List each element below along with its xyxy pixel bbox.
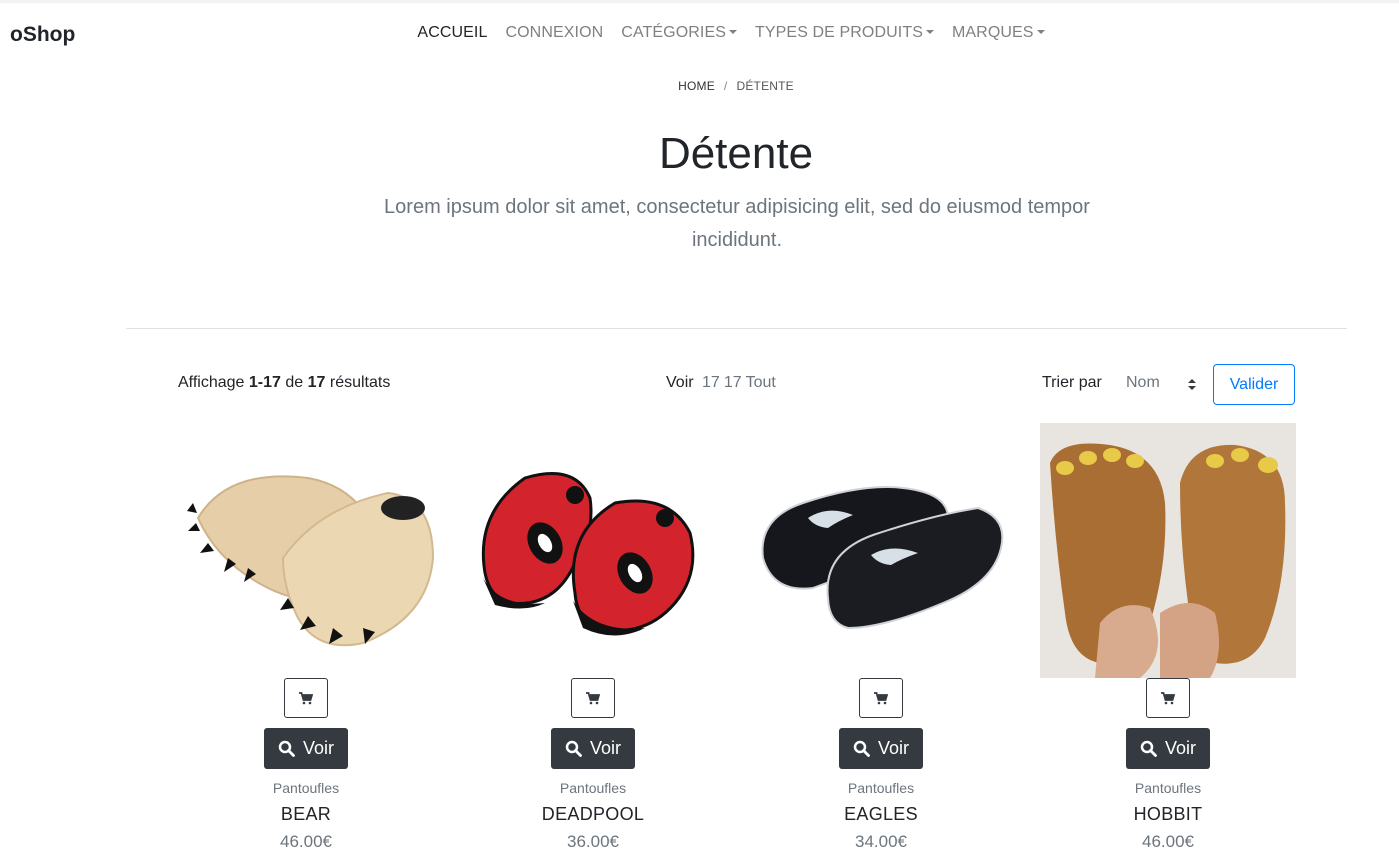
breadcrumb: HOME / DÉTENTE: [0, 79, 1399, 93]
view-product-button[interactable]: Voir: [1126, 728, 1210, 769]
product-image-hobbit[interactable]: [1040, 423, 1296, 678]
results-of: de: [285, 374, 304, 391]
nav-types-dropdown[interactable]: TYPES DE PRODUITS: [755, 24, 934, 42]
nav-connexion[interactable]: CONNEXION: [505, 24, 603, 42]
product-type: Pantoufles: [272, 780, 340, 796]
product-name[interactable]: EAGLES: [753, 804, 1009, 825]
divider: [126, 328, 1347, 329]
per-page-selector: Voir 17 17 Tout: [666, 374, 776, 392]
sort-label: Trier par: [1042, 374, 1102, 391]
breadcrumb-home[interactable]: HOME: [678, 79, 715, 93]
search-icon: [853, 740, 870, 757]
page-title: Détente: [658, 129, 814, 178]
view-product-label: Voir: [589, 738, 622, 758]
per-page-label: Voir: [666, 374, 694, 391]
product-price: 46.00€: [1142, 832, 1194, 851]
sort-arrows-icon: [1188, 379, 1196, 391]
product-name[interactable]: DEADPOOL: [465, 804, 721, 825]
results-suffix: résultats: [329, 374, 391, 391]
product-image-deadpool[interactable]: [465, 423, 721, 678]
chevron-down-icon: [925, 30, 934, 34]
view-product-label: Voir: [877, 738, 910, 758]
per-page-option[interactable]: 17: [702, 374, 720, 391]
add-to-cart-button[interactable]: [284, 678, 328, 718]
product-type: Pantoufles: [1134, 780, 1202, 796]
nav-accueil[interactable]: ACCUEIL: [417, 24, 487, 42]
breadcrumb-current: DÉTENTE: [736, 79, 794, 93]
results-prefix: Affichage: [178, 374, 245, 391]
main-nav: ACCUEIL CONNEXION CATÉGORIES TYPES DE PR…: [0, 24, 1399, 42]
view-product-label: Voir: [302, 738, 335, 758]
product-card: Voir Pantoufles BEAR 46.00€: [178, 423, 434, 857]
nav-categories-label: CATÉGORIES: [621, 24, 727, 41]
product-image-bear[interactable]: [178, 423, 434, 678]
per-page-option-all[interactable]: Tout: [746, 374, 776, 391]
chevron-down-icon: [1036, 30, 1045, 34]
add-to-cart-button[interactable]: [859, 678, 903, 718]
cart-icon: [586, 691, 600, 704]
product-price: 34.00€: [855, 832, 907, 851]
cart-icon: [1161, 691, 1175, 704]
cart-icon: [874, 691, 888, 704]
breadcrumb-separator: /: [723, 79, 728, 93]
sort-select[interactable]: Nom: [1118, 369, 1202, 399]
product-type: Pantoufles: [847, 780, 915, 796]
view-product-button[interactable]: Voir: [551, 728, 635, 769]
nav-types-label: TYPES DE PRODUITS: [755, 24, 923, 41]
page-lead: Lorem ipsum dolor sit amet, consectetur …: [384, 196, 1090, 251]
cart-icon: [299, 691, 313, 704]
view-product-button[interactable]: Voir: [264, 728, 348, 769]
add-to-cart-button[interactable]: [571, 678, 615, 718]
chevron-down-icon: [729, 30, 738, 34]
product-image-eagles[interactable]: [753, 423, 1009, 678]
search-icon: [565, 740, 582, 757]
product-price: 36.00€: [567, 832, 619, 851]
product-name[interactable]: HOBBIT: [1040, 804, 1296, 825]
view-product-label: Voir: [1164, 738, 1197, 758]
search-icon: [278, 740, 295, 757]
product-type: Pantoufles: [559, 780, 627, 796]
view-product-button[interactable]: Voir: [839, 728, 923, 769]
product-price: 46.00€: [280, 832, 332, 851]
product-card: Voir Pantoufles HOBBIT 46.00€: [1040, 423, 1296, 857]
product-name[interactable]: BEAR: [178, 804, 434, 825]
sort-select-value: Nom: [1126, 374, 1160, 391]
add-to-cart-button[interactable]: [1146, 678, 1190, 718]
per-page-option[interactable]: 17: [724, 374, 742, 391]
results-count: Affichage 1-17 de 17 résultats: [178, 374, 390, 392]
results-range: 1-17: [248, 374, 281, 391]
nav-marques-dropdown[interactable]: MARQUES: [952, 24, 1045, 42]
valider-button[interactable]: Valider: [1213, 364, 1295, 405]
search-icon: [1140, 740, 1157, 757]
product-card: Voir Pantoufles DEADPOOL 36.00€: [465, 423, 721, 857]
nav-categories-dropdown[interactable]: CATÉGORIES: [621, 24, 738, 42]
nav-marques-label: MARQUES: [951, 24, 1034, 41]
results-total: 17: [307, 374, 326, 391]
product-card: Voir Pantoufles EAGLES 34.00€: [753, 423, 1009, 857]
